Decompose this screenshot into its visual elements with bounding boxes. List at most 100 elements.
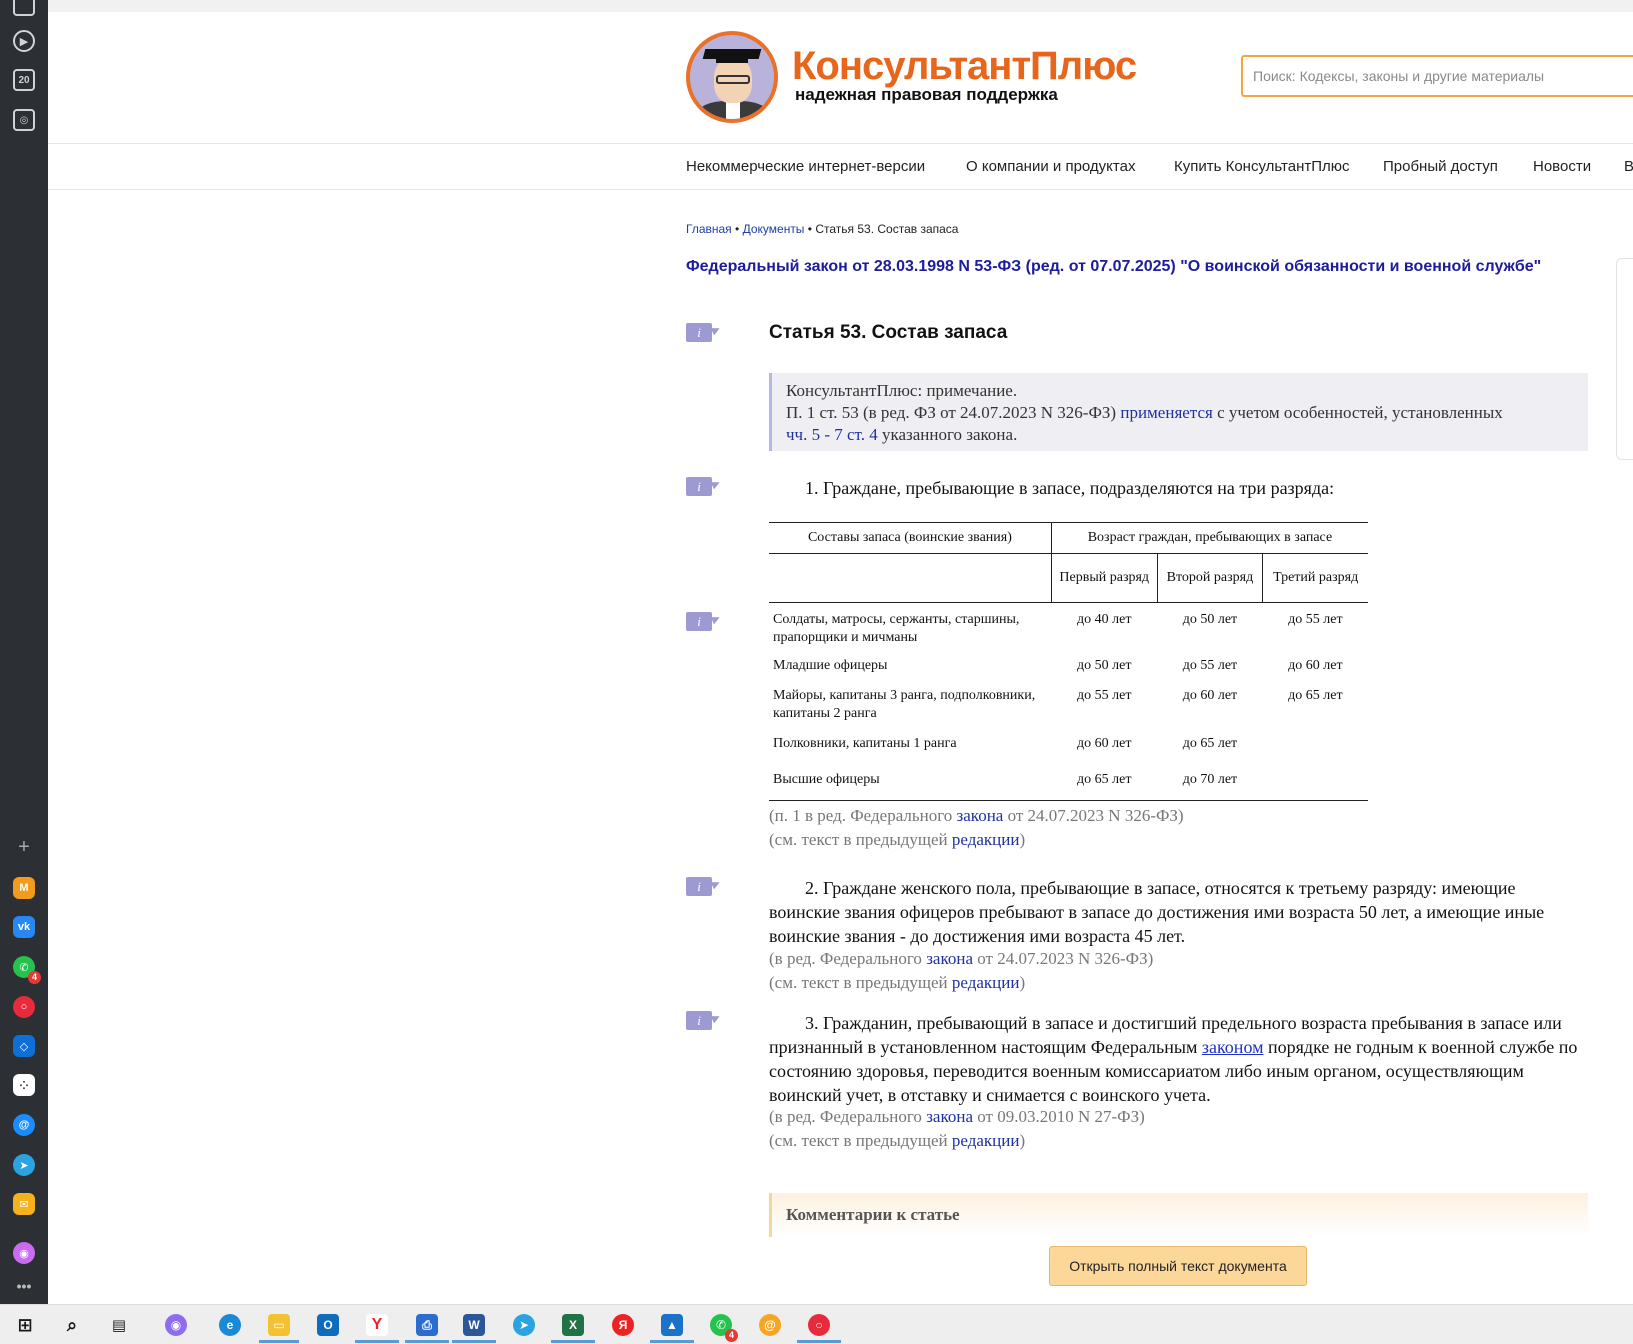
table-row: Солдаты, матросы, сержанты, старшины, пр… [769,603,1368,651]
nav-buy[interactable]: Купить КонсультантПлюс [1174,158,1350,175]
nav-noncommercial[interactable]: Некоммерческие интернет-версии [686,158,925,175]
row-third: до 60 лет [1288,657,1343,673]
table-row: Младшие офицеры до 50 лет до 55 лет до 6… [769,651,1368,681]
prev-edition-link[interactable]: редакции [952,1131,1020,1150]
breadcrumb-documents[interactable]: Документы [743,222,805,236]
info-icon[interactable]: i [686,1011,712,1030]
logo-mascot-icon[interactable] [686,31,778,123]
search-icon[interactable]: ⌕ [61,1314,83,1336]
row-third: до 65 лет [1288,687,1343,703]
mail-ring-icon[interactable]: ○ [13,996,35,1018]
see-text-end: ) [1019,830,1026,849]
mail-envelope-icon[interactable]: ✉ [13,1193,35,1215]
video-icon[interactable]: ▶ [13,30,35,52]
search-input[interactable] [1241,55,1633,97]
edition-text: (в ред. Федерального [769,949,922,968]
row-second: до 50 лет [1182,612,1238,627]
row-name: Высшие офицеры [773,771,880,787]
task-view-icon[interactable]: ▤ [108,1314,130,1336]
brand-tagline: надежная правовая поддержка [795,85,1058,104]
vk-icon[interactable]: vk [13,916,35,938]
more-icon[interactable]: ••• [13,1275,35,1297]
info-icon[interactable]: i [686,477,712,496]
breadcrumb-home[interactable]: Главная [686,222,732,236]
edition-text: от 24.07.2023 N 326-ФЗ) [977,949,1154,968]
edition-text: от 24.07.2023 N 326-ФЗ) [1007,806,1184,825]
note-link-parts[interactable]: чч. 5 - 7 ст. 4 [786,425,878,444]
edition-note-2: (в ред. Федерального закона от 24.07.202… [769,947,1153,995]
edition-law-link[interactable]: закона [926,1107,973,1126]
outlook-icon[interactable]: O [317,1314,339,1336]
edition-note-3: (в ред. Федерального закона от 09.03.201… [769,1105,1145,1153]
side-panel-edge[interactable] [1616,258,1633,460]
music-app-icon[interactable]: M [13,877,35,899]
add-icon[interactable]: + [13,836,35,858]
note-link-applies[interactable]: применяется [1120,403,1212,422]
row-first: до 40 лет [1077,612,1132,627]
file-explorer-icon[interactable]: ▭ [268,1314,290,1336]
yandex-browser-icon[interactable]: Y [366,1314,388,1336]
info-icon[interactable]: i [686,877,712,896]
table-row: Майоры, капитаны 3 ранга, подполковники,… [769,681,1368,729]
row-third: до 55 лет [1288,612,1343,627]
apps-icon[interactable]: ◇ [13,1035,35,1057]
breadcrumb-separator: • [807,222,812,236]
photos-icon[interactable]: ▲ [661,1314,683,1336]
paragraph-1: 1. Граждане, пребывающие в запасе, подра… [805,478,1335,498]
services-icon[interactable]: ⁘ [13,1074,35,1096]
telegram-taskbar-icon[interactable]: ➤ [513,1314,535,1336]
mail-ring-taskbar-icon[interactable]: ○ [808,1314,830,1336]
edition-law-link[interactable]: закона [926,949,973,968]
note-text: П. 1 ст. 53 (в ред. ФЗ от 24.07.2023 N 3… [786,403,1117,422]
article-title: Статья 53. Состав запаса [769,322,1008,343]
th-age: Возраст граждан, пребывающих в запасе [1051,522,1368,554]
row-name: Полковники, капитаны 1 ранга [773,735,957,751]
word-icon[interactable]: W [463,1314,485,1336]
open-full-text-button[interactable]: Открыть полный текст документа [1049,1246,1307,1286]
row-first: до 65 лет [1077,771,1132,787]
excel-icon[interactable]: X [562,1314,584,1336]
mail-agent-icon[interactable]: @ [759,1314,781,1336]
info-icon[interactable]: i [686,323,712,342]
telegram-icon[interactable]: ➤ [13,1154,35,1176]
screenshot-icon[interactable]: ◎ [13,109,35,131]
nav-more[interactable]: В [1624,158,1633,175]
breadcrumb-current: Статья 53. Состав запаса [815,222,959,236]
row-name: Солдаты, матросы, сержанты, старшины, пр… [773,612,1020,645]
calendar-icon[interactable]: 20 [13,69,35,91]
yandex-icon[interactable]: Я [612,1314,634,1336]
brand-name[interactable]: КонсультантПлюс [792,46,1137,86]
th-composition: Составы запаса (воинские звания) [769,522,1052,554]
alice-taskbar-icon[interactable]: ◉ [165,1314,187,1336]
scanner-icon[interactable]: ⎙ [416,1314,438,1336]
breadcrumb-separator: • [735,222,740,236]
mailru-icon[interactable]: @ [13,1114,35,1136]
paragraph-3-law-link[interactable]: законом [1202,1037,1264,1057]
comments-section[interactable]: Комментарии к статье [769,1193,1588,1237]
row-name: Младшие офицеры [773,657,888,673]
browser-sidebar: ▶ 20 ◎ + M vk ✆ 4 ○ ◇ ⁘ @ ➤ ✉ ◉ ••• [0,0,48,1304]
alice-icon[interactable]: ◉ [13,1242,35,1264]
row-first: до 50 лет [1077,657,1132,673]
document-title[interactable]: Федеральный закон от 28.03.1998 N 53-ФЗ … [686,258,1541,276]
nav-trial[interactable]: Пробный доступ [1383,158,1498,175]
nav-divider [48,189,1633,190]
nav-about[interactable]: О компании и продуктах [966,158,1135,175]
row-second: до 65 лет [1182,735,1238,751]
note-text: указанного закона. [881,425,1018,444]
reserve-table: Составы запаса (воинские звания) Возраст… [769,522,1368,801]
windows-start-icon[interactable]: ⊞ [14,1314,36,1336]
prev-edition-link[interactable]: редакции [952,830,1020,849]
prev-edition-link[interactable]: редакции [952,973,1020,992]
see-text: (см. текст в предыдущей [769,973,948,992]
info-icon[interactable]: i [686,612,712,631]
edge-icon[interactable]: e [219,1314,241,1336]
bookmarks-icon[interactable] [13,0,35,16]
whatsapp-taskbar-badge: 4 [725,1329,738,1342]
row-third [1263,765,1368,801]
whatsapp-icon[interactable]: ✆ 4 [13,956,41,984]
edition-law-link[interactable]: закона [957,806,1004,825]
nav-news[interactable]: Новости [1533,158,1591,175]
consultant-note: КонсультантПлюс: примечание. П. 1 ст. 53… [769,373,1588,451]
whatsapp-taskbar-icon[interactable]: ✆ 4 [710,1314,738,1342]
